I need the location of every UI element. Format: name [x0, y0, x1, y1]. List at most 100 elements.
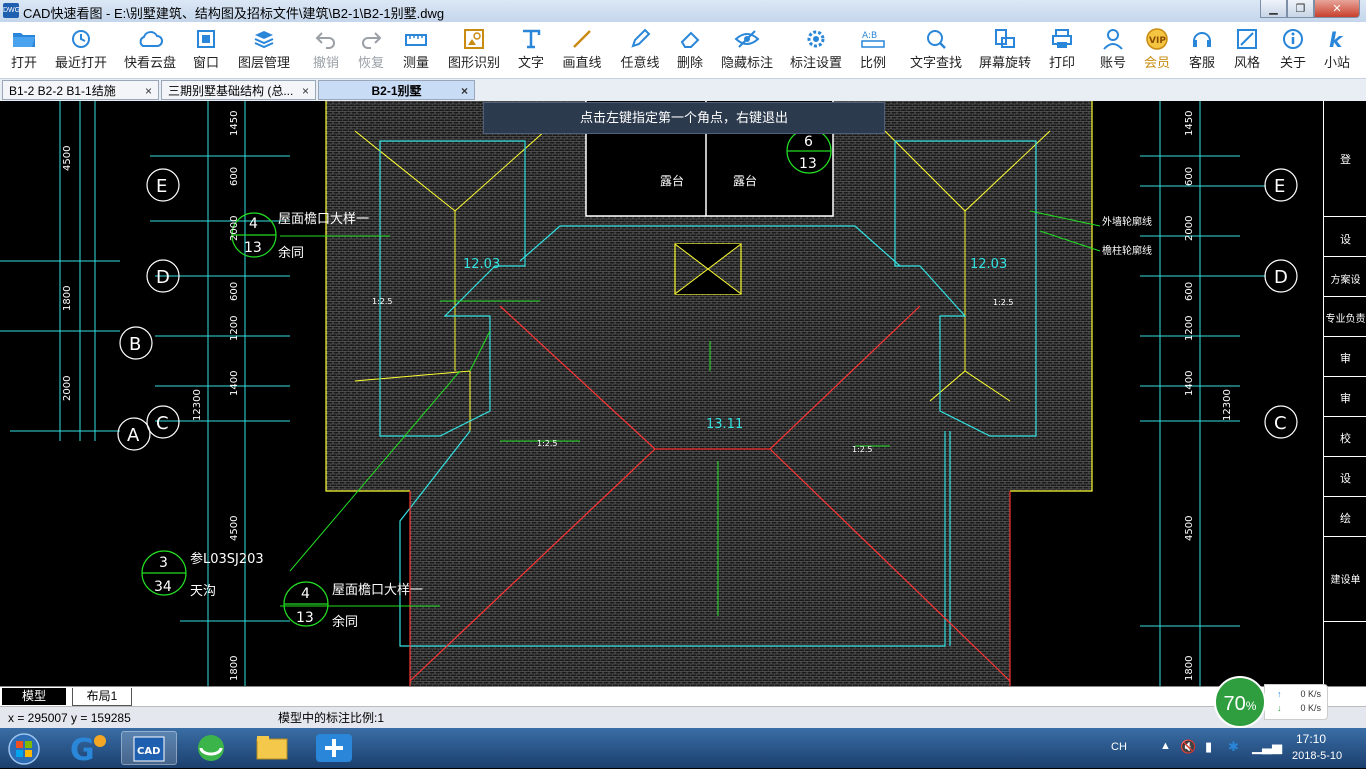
site-button[interactable]: k 小站: [1323, 26, 1351, 74]
account-button[interactable]: 账号: [1099, 26, 1127, 74]
svg-text:1800: 1800: [62, 286, 73, 311]
svg-text:k: k: [1329, 28, 1344, 50]
battery-icon[interactable]: ▮: [1205, 739, 1212, 755]
print-button[interactable]: 打印: [1048, 26, 1076, 74]
screen-rotate-button[interactable]: 屏幕旋转: [979, 26, 1031, 74]
axis-label: C: [1274, 413, 1287, 434]
info-icon: [1279, 26, 1307, 52]
undo-button[interactable]: 撤销: [312, 26, 340, 74]
window-menu-button[interactable]: 窗口: [192, 26, 220, 74]
memory-usage-ball[interactable]: 70%: [1214, 676, 1266, 728]
svg-text:4500: 4500: [62, 146, 73, 171]
tray-expand-icon[interactable]: ▲: [1160, 740, 1171, 752]
cloud-drive-button[interactable]: 快看云盘: [124, 26, 176, 74]
axis-label: E: [156, 176, 167, 197]
recent-clock-icon: [54, 26, 108, 52]
customer-service-button[interactable]: 客服: [1188, 26, 1216, 74]
scale-button[interactable]: A:B 比例: [859, 26, 887, 74]
style-button[interactable]: 风格: [1233, 26, 1261, 74]
about-button[interactable]: 关于: [1279, 26, 1307, 74]
gear-icon: [790, 26, 842, 52]
shape-recognize-icon: [448, 26, 500, 52]
taskbar-cad-app[interactable]: CAD: [121, 731, 177, 765]
recent-button[interactable]: 最近打开: [54, 26, 108, 74]
eraser-icon: [676, 26, 704, 52]
network-speed-widget[interactable]: ↑ 0 K/s ↓ 0 K/s: [1264, 684, 1328, 720]
hide-annotation-button[interactable]: 隐藏标注: [721, 26, 773, 74]
title-bar: DWG CAD快速看图 - E:\别墅建筑、结构图及招标文件\建筑\B2-1\B…: [0, 0, 1366, 23]
member-vip-button[interactable]: VIP 会员: [1143, 26, 1171, 74]
upload-speed: 0 K/s: [1300, 689, 1321, 699]
vip-icon: VIP: [1143, 26, 1171, 52]
svg-text:余同: 余同: [278, 245, 304, 261]
draw-line-button[interactable]: 画直线: [561, 26, 603, 74]
axis-label: A: [127, 425, 140, 446]
minimize-button[interactable]: ▁: [1260, 0, 1287, 18]
axis-label: C: [156, 413, 169, 434]
svg-text:4500: 4500: [229, 516, 240, 541]
svg-text:1400: 1400: [1184, 371, 1195, 396]
title-block-panel: 登 设 方案设 专业负责 审 审 校 设 绘 建设单: [1323, 101, 1366, 686]
window-title: CAD快速看图 - E:\别墅建筑、结构图及招标文件\建筑\B2-1\B2-1别…: [23, 6, 445, 21]
headset-icon: [1188, 26, 1216, 52]
tray-clock-time[interactable]: 17:10: [1296, 732, 1326, 746]
text-tool-button[interactable]: 文字: [517, 26, 545, 74]
svg-text:13: 13: [296, 610, 314, 626]
start-button[interactable]: [2, 731, 50, 765]
layout-tabs: 模型 布局1: [0, 686, 1366, 707]
svg-text:参L03SJ203: 参L03SJ203: [190, 551, 264, 567]
svg-text:天沟: 天沟: [190, 584, 216, 599]
tab-close-icon[interactable]: ×: [461, 81, 468, 99]
printer-icon: [1048, 26, 1076, 52]
ruler-icon: [402, 26, 430, 52]
input-language[interactable]: CH: [1111, 741, 1127, 753]
layers-icon: [238, 26, 290, 52]
svg-text:13.11: 13.11: [706, 417, 743, 432]
measure-button[interactable]: 测量: [402, 26, 430, 74]
svg-text:1450: 1450: [229, 111, 240, 136]
annotation-settings-button[interactable]: 标注设置: [790, 26, 842, 74]
svg-text:4500: 4500: [1184, 516, 1195, 541]
close-icon: ✕: [1332, 3, 1342, 15]
delete-button[interactable]: 删除: [676, 26, 704, 74]
taskbar-browser-app[interactable]: G: [60, 731, 116, 768]
maximize-icon: ❐: [1295, 3, 1306, 15]
security-shield-icon[interactable]: ✱: [1228, 739, 1239, 755]
layer-manager-button[interactable]: 图层管理: [238, 26, 290, 74]
svg-text:600: 600: [229, 282, 240, 301]
volume-muted-icon[interactable]: 🔇: [1180, 739, 1196, 755]
tab-b2-1-villa[interactable]: B2-1别墅 ×: [318, 80, 475, 100]
svg-text:13: 13: [244, 240, 262, 256]
svg-text:A:B: A:B: [862, 31, 877, 41]
redo-button[interactable]: 恢复: [357, 26, 385, 74]
tab-close-icon[interactable]: ×: [302, 81, 309, 99]
tab-foundation-structure[interactable]: 三期别墅基础结构 (总... ×: [161, 80, 316, 100]
freehand-line-button[interactable]: 任意线: [619, 26, 661, 74]
window-icon: [192, 26, 220, 52]
svg-text:2000: 2000: [1184, 216, 1195, 241]
svg-text:12.03: 12.03: [463, 257, 500, 272]
svg-text:余同: 余同: [332, 614, 358, 630]
tab-b1-2-structure[interactable]: B1-2 B2-2 B1-1结施 ×: [2, 80, 159, 100]
shape-recognize-button[interactable]: 图形识别: [448, 26, 500, 74]
maximize-button[interactable]: ❐: [1287, 0, 1314, 18]
tab-model[interactable]: 模型: [2, 688, 66, 705]
cad-app-icon: CAD: [133, 736, 165, 762]
eye-slash-icon: [721, 26, 773, 52]
network-signal-icon[interactable]: ▁▃▅: [1252, 739, 1282, 755]
taskbar-feiq-app[interactable]: [306, 731, 362, 765]
close-button[interactable]: ✕: [1314, 0, 1360, 18]
svg-text:12300: 12300: [1222, 389, 1233, 421]
tab-layout1[interactable]: 布局1: [72, 688, 132, 706]
axis-label: E: [1274, 176, 1285, 197]
taskbar-file-explorer[interactable]: [245, 731, 301, 765]
taskbar-360-browser[interactable]: [184, 731, 240, 765]
text-search-button[interactable]: 文字查找: [910, 26, 962, 74]
svg-text:1:2.5: 1:2.5: [993, 298, 1014, 307]
open-button[interactable]: 打开: [6, 26, 42, 74]
tray-clock-date[interactable]: 2018-5-10: [1292, 750, 1342, 762]
annotation-scale: 模型中的标注比例:1: [278, 711, 385, 725]
drawing-canvas[interactable]: E D B A C E D C 4500 1800 2000 1450 600 …: [0, 101, 1366, 686]
browser-360-icon: [198, 735, 224, 761]
tab-close-icon[interactable]: ×: [145, 81, 152, 99]
